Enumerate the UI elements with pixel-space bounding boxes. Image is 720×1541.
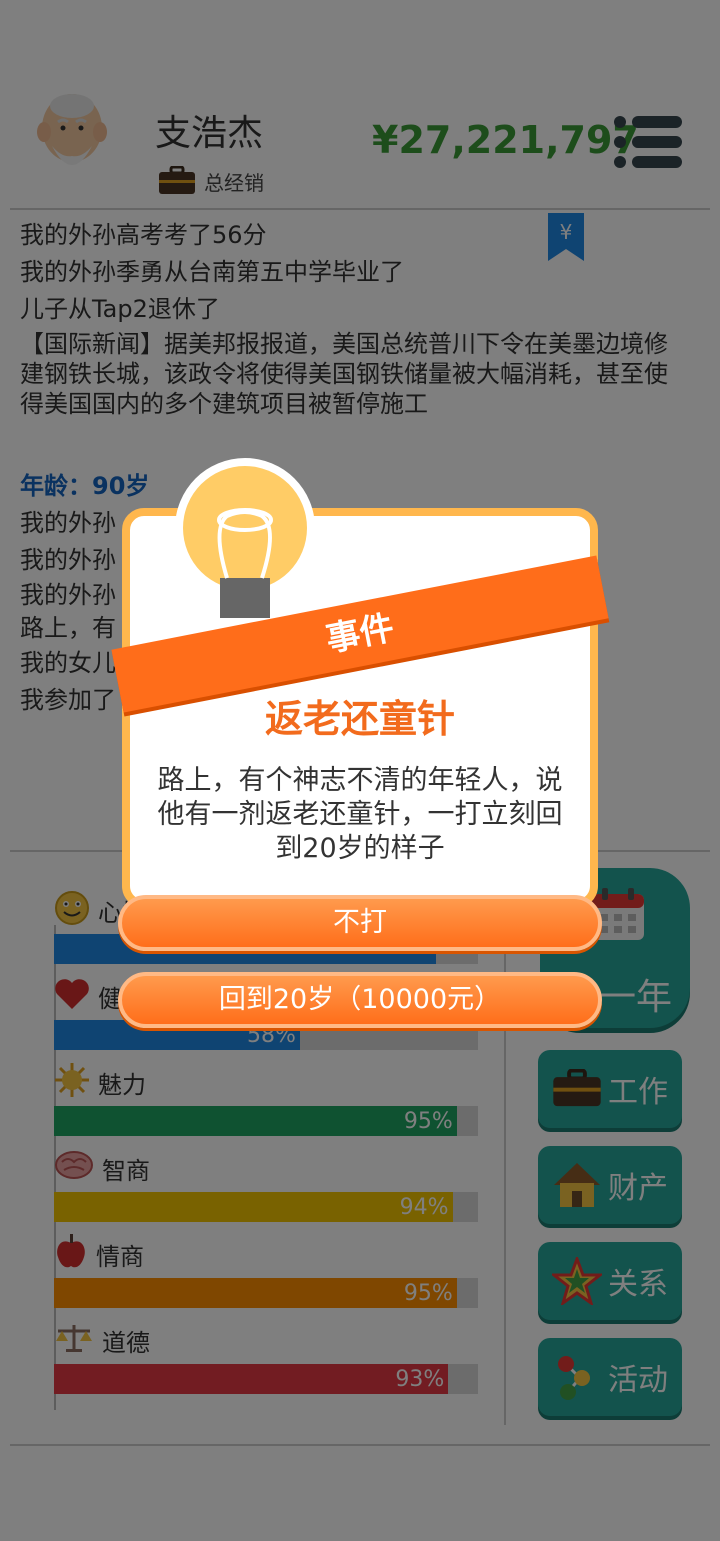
event-description: 路上，有个神志不清的年轻人，说他有一剂返老还童针，一打立刻回到20岁的样子: [157, 765, 563, 864]
option-decline-button[interactable]: 不打: [118, 895, 602, 951]
lightbulb-icon: [175, 458, 315, 618]
option-accept-button[interactable]: 回到20岁（10000元）: [118, 972, 602, 1028]
event-title: 返老还童针: [264, 697, 455, 741]
